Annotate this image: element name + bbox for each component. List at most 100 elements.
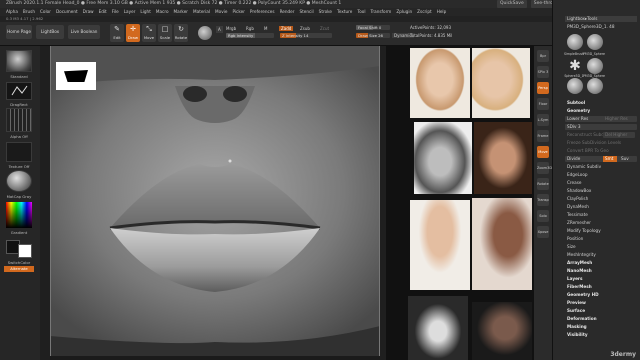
tool-menu-meshintegrity[interactable]: MeshIntegrity — [565, 252, 637, 258]
menu-marker[interactable]: Marker — [174, 9, 188, 14]
scale-mode-button[interactable]: □ Scale — [158, 24, 172, 42]
tool-menu-fibermesh[interactable]: FiberMesh — [565, 284, 637, 290]
rgb-intensity-slider[interactable]: Rgb Intensity — [226, 33, 274, 38]
focal-shift-slider[interactable]: Focal Shift 0 — [356, 25, 390, 30]
menu-movie[interactable]: Movie — [215, 9, 227, 14]
tool-menu-dynamic-subdiv[interactable]: Dynamic Subdiv — [565, 164, 637, 170]
spix-3-button[interactable]: SPix 3 — [537, 66, 549, 78]
suv-button[interactable]: Suv — [619, 156, 633, 162]
tool-menu-visibility[interactable]: Visibility — [565, 332, 637, 338]
tool-menu-deformation[interactable]: Deformation — [565, 316, 637, 322]
quicksave-button[interactable]: QuickSave — [496, 0, 527, 8]
lightbox-button[interactable]: LightBox — [36, 25, 64, 39]
tool-menu-edgeloop[interactable]: EdgeLoop — [565, 172, 637, 178]
rotate-button[interactable]: Rotate — [537, 178, 549, 190]
tool-menu-modify-topology[interactable]: Modify Topology — [565, 228, 637, 234]
menu-zplugin[interactable]: Zplugin — [396, 9, 412, 14]
material-sphere-icon[interactable] — [198, 26, 212, 40]
transp-button[interactable]: Transp — [537, 194, 549, 206]
menu-document[interactable]: Document — [56, 9, 78, 14]
lightbox-tools-button[interactable]: Lightbox▸Tools — [565, 16, 637, 22]
smt-button[interactable]: Smt — [603, 156, 617, 162]
tool-menu-arraymesh[interactable]: ArrayMesh — [565, 260, 637, 266]
draw-size-slider[interactable]: Draw Size 26 — [356, 33, 390, 38]
tool-menu-preview[interactable]: Preview — [565, 300, 637, 306]
menu-preferences[interactable]: Preferences — [250, 9, 275, 14]
tool-menu-size[interactable]: Size — [565, 244, 637, 250]
m-button[interactable]: M — [264, 26, 267, 31]
menu-file[interactable]: File — [112, 9, 119, 14]
sdiv-slider[interactable]: SDiv 3 — [565, 124, 601, 130]
menu-layer[interactable]: Layer — [124, 9, 136, 14]
menu-stencil[interactable]: Stencil — [299, 9, 313, 14]
tool-menu-shadowbox[interactable]: ShadowBox — [565, 188, 637, 194]
color-picker[interactable] — [6, 202, 32, 228]
zcut-button[interactable]: Zcut — [320, 26, 329, 31]
simplebrush-icon[interactable]: ✱ — [567, 58, 583, 74]
tool-menu-geometry[interactable]: Geometry — [565, 108, 637, 114]
tool-menu-position[interactable]: Position — [565, 236, 637, 242]
menu-edit[interactable]: Edit — [99, 9, 107, 14]
alpha-icon[interactable] — [6, 108, 32, 132]
alternate-button[interactable]: Alternate — [4, 266, 34, 272]
menu-macro[interactable]: Macro — [156, 9, 169, 14]
zsub-button[interactable]: Zsub — [300, 26, 310, 31]
menu-transform[interactable]: Transform — [370, 9, 391, 14]
move-button[interactable]: Move — [537, 146, 549, 158]
texture-icon[interactable] — [6, 142, 32, 162]
tool-menu-geometry-hd[interactable]: Geometry HD — [565, 292, 637, 298]
menu-light[interactable]: Light — [140, 9, 150, 14]
tool-menu-layers[interactable]: Layers — [565, 276, 637, 282]
persp-button[interactable]: Persp — [537, 82, 549, 94]
tool-menu-dynamesh[interactable]: DynaMesh — [565, 204, 637, 210]
menu-texture[interactable]: Texture — [337, 9, 352, 14]
a-button[interactable]: A — [216, 26, 223, 33]
zoom3d-button[interactable]: Zoom3D — [537, 162, 552, 174]
tool-thumb-sphere[interactable] — [567, 34, 583, 50]
primary-color-swatch[interactable] — [18, 244, 32, 258]
zadd-button[interactable]: Zadd — [279, 26, 294, 31]
menu-render[interactable]: Render — [280, 9, 295, 14]
tool-menu-zremesher[interactable]: ZRemesher — [565, 220, 637, 226]
tool-menu-masking[interactable]: Masking — [565, 324, 637, 330]
menu-picker[interactable]: Picker — [232, 9, 244, 14]
menu-color[interactable]: Color — [40, 9, 51, 14]
tool-menu-surface[interactable]: Surface — [565, 308, 637, 314]
tool-menu-freeze-subdivision-levels[interactable]: Freeze SubDivision Levels — [565, 140, 637, 146]
rgb-button[interactable]: Rgb — [246, 26, 254, 31]
tool-menu-subtool[interactable]: Subtool — [565, 100, 637, 106]
tool-menu-nanomesh[interactable]: NanoMesh — [565, 268, 637, 274]
switch-color-button[interactable]: SwitchColor — [4, 260, 34, 265]
menu-help[interactable]: Help — [437, 9, 447, 14]
tool-menu-claypolish[interactable]: ClayPolish — [565, 196, 637, 202]
live-boolean-button[interactable]: Live Boolean — [68, 25, 100, 39]
material-icon[interactable] — [6, 170, 32, 192]
draw-mode-button[interactable]: ✛ Draw — [126, 24, 140, 42]
dragrect-stroke-icon[interactable] — [6, 82, 32, 100]
tool-menu-tessimate[interactable]: Tessimate — [565, 212, 637, 218]
menu-zscript[interactable]: Zscript — [417, 9, 432, 14]
z-intensity-slider[interactable]: Z Intensity 14 — [280, 33, 332, 38]
menu-stroke[interactable]: Stroke — [319, 9, 332, 14]
higher-res-button[interactable]: Higher Res — [603, 116, 635, 122]
xpose-button[interactable]: Xpose — [537, 226, 549, 238]
menu-brush[interactable]: Brush — [23, 9, 35, 14]
menu-alpha[interactable]: Alpha — [6, 9, 18, 14]
tool-menu-crease[interactable]: Crease — [565, 180, 637, 186]
standard-brush-icon[interactable] — [6, 50, 32, 72]
menu-tool[interactable]: Tool — [357, 9, 365, 14]
tool-menu-convert-bpr-to-geo[interactable]: Convert BPR To Geo — [565, 148, 637, 154]
move-mode-button[interactable]: ⤡ Move — [142, 24, 156, 42]
l-sym-button[interactable]: L.Sym — [537, 114, 549, 126]
tool-thumb-sphere-3[interactable] — [587, 58, 603, 74]
frame-button[interactable]: Frame — [537, 130, 549, 142]
floor-button[interactable]: Floor — [537, 98, 549, 110]
mrgb-button[interactable]: Mrgb — [226, 26, 236, 31]
menu-material[interactable]: Material — [193, 9, 210, 14]
home-page-button[interactable]: Home Page — [6, 25, 32, 39]
menu-draw[interactable]: Draw — [83, 9, 94, 14]
rotate-mode-button[interactable]: ↻ Rotate — [174, 24, 188, 42]
bpr-button[interactable]: Bpr — [537, 50, 549, 62]
tool-thumb-sphere-5[interactable] — [587, 78, 603, 94]
tool-thumb-sphere-2[interactable] — [587, 34, 603, 50]
